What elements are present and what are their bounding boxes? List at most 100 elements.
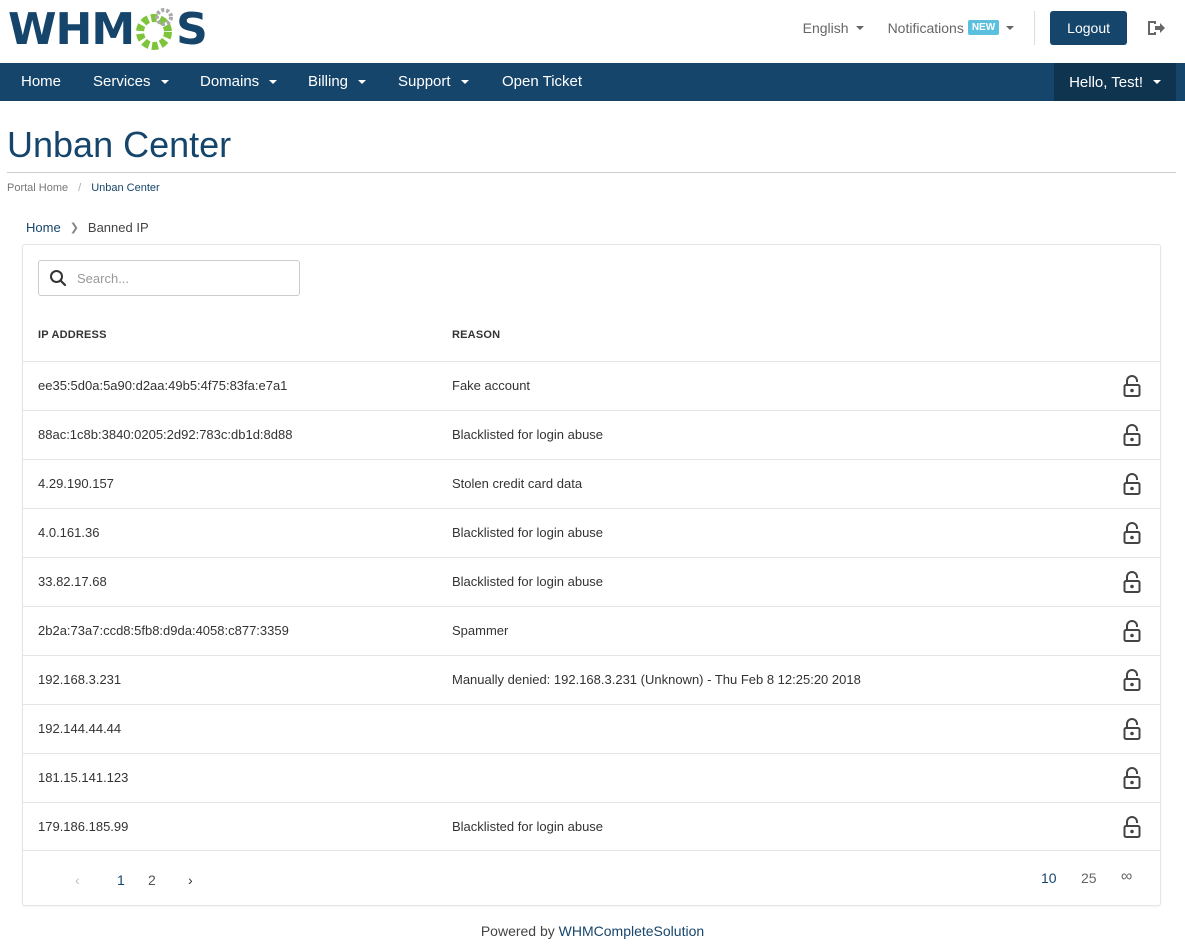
next-page-button[interactable]: › xyxy=(188,872,193,888)
ip-address-cell: 4.29.190.157 xyxy=(38,476,114,491)
prev-page-button[interactable]: ‹ xyxy=(75,872,80,888)
unlock-icon[interactable] xyxy=(1123,767,1141,789)
divider xyxy=(7,172,1176,173)
breadcrumb: Portal Home / Unban Center xyxy=(7,182,160,194)
ip-address-cell: ee35:5d0a:5a90:d2aa:49b5:4f75:83fa:e7a1 xyxy=(38,378,288,393)
column-header-ip[interactable]: IP ADDRESS xyxy=(38,329,107,341)
table-row: ee35:5d0a:5a90:d2aa:49b5:4f75:83fa:e7a1 F… xyxy=(23,361,1160,410)
sub-breadcrumb-home[interactable]: Home xyxy=(26,220,61,235)
top-header: WHM S English Notifications NEW Logout xyxy=(0,0,1185,63)
search-box xyxy=(38,260,300,296)
chevron-down-icon xyxy=(269,80,278,84)
logo-text-right: S xyxy=(176,3,208,55)
footer-link[interactable]: WHMCompleteSolution xyxy=(559,923,705,939)
table-row: 192.144.44.44 xyxy=(23,704,1160,753)
user-menu[interactable]: Hello, Test! xyxy=(1054,63,1176,101)
table-row: 4.0.161.36 Blacklisted for login abuse xyxy=(23,508,1160,557)
sub-breadcrumb-current: Banned IP xyxy=(87,220,149,235)
table-row: 192.168.3.231 Manually denied: 192.168.3.… xyxy=(23,655,1160,704)
footer-prefix: Powered by xyxy=(480,923,559,939)
main-navbar: Home Services Domains Billing Support Op… xyxy=(0,63,1185,101)
chevron-down-icon xyxy=(460,80,469,84)
table-row: 179.186.185.99 Blacklisted for login abus… xyxy=(23,802,1160,851)
unlock-icon[interactable] xyxy=(1123,620,1141,642)
breadcrumb-current: Unban Center xyxy=(91,182,160,194)
unlock-icon[interactable] xyxy=(1123,816,1141,838)
per-page-25[interactable]: 25 xyxy=(1081,870,1097,886)
reason-cell: Blacklisted for login abuse xyxy=(452,819,604,834)
chevron-right-icon: ❯ xyxy=(69,222,79,234)
ip-address-cell: 33.82.17.68 xyxy=(38,574,107,589)
nav-services[interactable]: Services xyxy=(93,63,169,101)
exit-icon[interactable] xyxy=(1145,17,1167,39)
nav-domains-label: Domains xyxy=(200,73,260,90)
nav-services-label: Services xyxy=(93,73,151,90)
unlock-icon[interactable] xyxy=(1123,718,1141,740)
footer: Powered by WHMCompleteSolution xyxy=(0,923,1185,939)
chevron-down-icon xyxy=(1153,80,1161,84)
unlock-icon[interactable] xyxy=(1123,571,1141,593)
unlock-icon[interactable] xyxy=(1123,375,1141,397)
reason-cell: Blacklisted for login abuse xyxy=(452,525,604,540)
nav-home-label: Home xyxy=(21,73,62,90)
nav-billing-label: Billing xyxy=(308,73,349,90)
ip-address-cell: 179.186.185.99 xyxy=(38,819,129,834)
unlock-icon[interactable] xyxy=(1123,424,1141,446)
table-row: 2b2a:73a7:ccd8:5fb8:d9da:4058:c877:3359 S… xyxy=(23,606,1160,655)
unlock-icon[interactable] xyxy=(1123,473,1141,495)
reason-cell: Blacklisted for login abuse xyxy=(452,574,604,589)
gear-logo-icon xyxy=(136,8,174,50)
logout-button[interactable]: Logout xyxy=(1050,10,1127,45)
nav-open-ticket-label: Open Ticket xyxy=(502,73,583,90)
notifications-dropdown[interactable]: Notifications NEW xyxy=(888,20,1015,36)
new-badge: NEW xyxy=(967,20,1000,35)
table-row: 181.15.141.123 xyxy=(23,753,1160,802)
search-input[interactable] xyxy=(77,270,277,286)
reason-cell: Stolen credit card data xyxy=(452,476,583,491)
chevron-down-icon xyxy=(160,80,169,84)
ip-address-cell: 2b2a:73a7:ccd8:5fb8:d9da:4058:c877:3359 xyxy=(38,623,289,638)
chevron-down-icon xyxy=(358,80,367,84)
notifications-label: Notifications xyxy=(887,19,964,36)
ip-address-cell: 181.15.141.123 xyxy=(38,770,129,785)
page-2-button[interactable]: 2 xyxy=(148,872,156,888)
breadcrumb-portal-home[interactable]: Portal Home xyxy=(7,182,68,194)
table-row: 4.29.190.157 Stolen credit card data xyxy=(23,459,1160,508)
ip-address-cell: 88ac:1c8b:3840:0205:2d92:783c:db1d:8d88 xyxy=(38,427,293,442)
table-row: 88ac:1c8b:3840:0205:2d92:783c:db1d:8d88 B… xyxy=(23,410,1160,459)
per-page-all[interactable]: ∞ xyxy=(1121,868,1132,886)
search-icon xyxy=(50,270,67,287)
divider xyxy=(1034,10,1036,45)
whmcs-logo[interactable]: WHM S xyxy=(8,3,208,55)
column-header-reason[interactable]: REASON xyxy=(452,329,500,341)
nav-support-label: Support xyxy=(398,73,451,90)
reason-cell: Spammer xyxy=(452,623,509,638)
chevron-down-icon xyxy=(1006,25,1015,30)
logo-text-left: WHM xyxy=(8,3,135,55)
page-1-button[interactable]: 1 xyxy=(117,872,125,888)
per-page-10[interactable]: 10 xyxy=(1041,870,1057,886)
reason-cell: Manually denied: 192.168.3.231 (Unknown)… xyxy=(452,672,861,687)
ip-address-cell: 192.144.44.44 xyxy=(38,721,122,736)
breadcrumb-separator: / xyxy=(78,182,82,194)
banned-ip-card: IP ADDRESS REASON ee35:5d0a:5a90:d2aa:49… xyxy=(22,244,1161,906)
unlock-icon[interactable] xyxy=(1123,522,1141,544)
page-title: Unban Center xyxy=(7,124,232,165)
ip-address-cell: 4.0.161.36 xyxy=(38,525,100,540)
reason-cell: Blacklisted for login abuse xyxy=(452,427,604,442)
unlock-icon[interactable] xyxy=(1123,669,1141,691)
language-dropdown[interactable]: English xyxy=(803,20,864,36)
nav-open-ticket[interactable]: Open Ticket xyxy=(502,63,582,101)
nav-home[interactable]: Home xyxy=(21,63,61,101)
nav-support[interactable]: Support xyxy=(398,63,469,101)
sub-breadcrumb: Home ❯ Banned IP xyxy=(26,220,149,235)
language-label: English xyxy=(802,19,849,36)
user-greeting: Hello, Test! xyxy=(1069,73,1143,91)
divider xyxy=(23,850,1160,851)
nav-domains[interactable]: Domains xyxy=(200,63,278,101)
chevron-down-icon xyxy=(855,25,864,30)
nav-billing[interactable]: Billing xyxy=(308,63,367,101)
reason-cell: Fake account xyxy=(452,378,531,393)
table-row: 33.82.17.68 Blacklisted for login abuse xyxy=(23,557,1160,606)
ip-address-cell: 192.168.3.231 xyxy=(38,672,122,687)
